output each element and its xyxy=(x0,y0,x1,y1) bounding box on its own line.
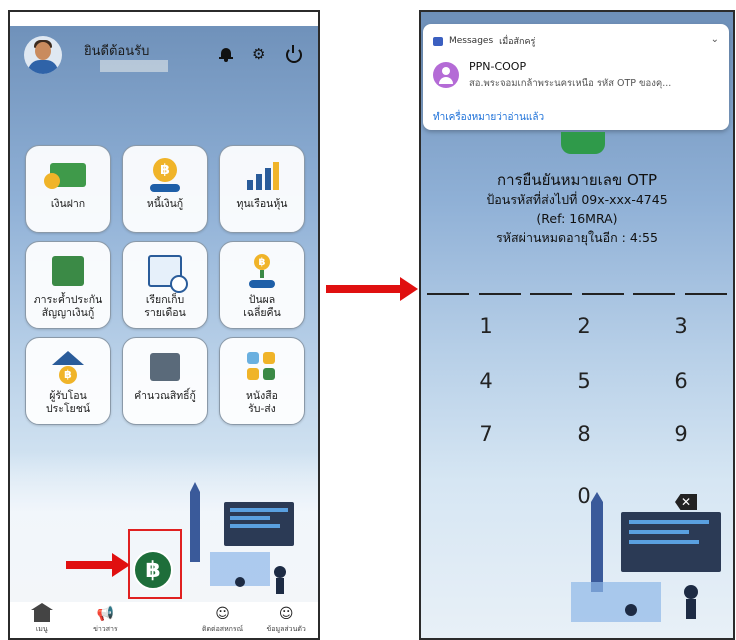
key-0[interactable]: 0 xyxy=(564,484,604,508)
nav-label: เมนู xyxy=(35,625,48,633)
home-icon xyxy=(30,603,53,622)
menu-tile-label: ปันผล เฉลี่ยคืน xyxy=(243,294,281,319)
menu-tile-label: ผู้รับโอน ประโยชน์ xyxy=(45,390,91,415)
calculator-icon xyxy=(145,350,185,384)
otp-slot[interactable] xyxy=(581,293,624,295)
bank-box-icon xyxy=(48,254,88,288)
notification-app-name: Messages xyxy=(449,36,494,46)
sender-avatar xyxy=(433,62,459,88)
key-5[interactable]: 5 xyxy=(564,369,604,393)
otp-sent-to: ป้อนรหัสที่ส่งไปที่ 09x-xxx-4745 xyxy=(486,192,668,207)
profile-icon: ☺ xyxy=(278,606,294,622)
otp-reference: (Ref: 16MRA) xyxy=(536,211,618,226)
nav-label: ข้อมูลส่วนตัว xyxy=(266,625,306,633)
baht-fab-button[interactable]: ฿ xyxy=(133,550,173,590)
status-strip xyxy=(10,12,318,26)
documents-icon xyxy=(242,350,282,384)
otp-chat-icon xyxy=(561,132,605,154)
nav-label: ติดต่อสหกรณ์ xyxy=(201,625,244,633)
menu-tile-deposit[interactable]: เงินฝาก xyxy=(25,145,111,233)
notification-preview: สอ.พระจอมเกล้าพระนครเหนือ รหัส OTP ของคุ… xyxy=(469,78,672,89)
menu-tile-shares[interactable]: ทุนเรือนหุ้น xyxy=(219,145,305,233)
otp-title: การยืนยันหมายเลข OTP xyxy=(497,171,657,189)
key-3[interactable]: 3 xyxy=(661,314,701,338)
plant-coin-icon: ฿ xyxy=(242,254,282,288)
menu-tile-label: หนี้เงินกู้ xyxy=(146,198,184,210)
pointer-arrow xyxy=(66,553,130,577)
otp-slot[interactable] xyxy=(530,293,573,295)
house-coin-icon: ฿ xyxy=(48,350,88,384)
menu-tile-label: เงินฝาก xyxy=(50,198,86,210)
key-1[interactable]: 1 xyxy=(466,314,506,338)
otp-info: การยืนยันหมายเลข OTP ป้อนรหัสที่ส่งไปที่… xyxy=(421,170,733,247)
otp-expiry: รหัสผ่านหมดอายุในอีก : 4:55 xyxy=(496,230,658,245)
nav-item-menu[interactable]: เมนู xyxy=(17,603,67,635)
menu-tile-label: คำนวณสิทธิ์กู้ xyxy=(134,390,196,402)
contact-icon: ☺ xyxy=(215,606,230,622)
chevron-down-icon[interactable]: ⌄ xyxy=(711,34,719,45)
coin-hand-icon: ฿ xyxy=(145,158,185,192)
growth-chart-icon xyxy=(242,158,282,192)
key-6[interactable]: 6 xyxy=(661,369,701,393)
menu-tile-label: ภาระค้ำประกัน สัญญาเงินกู้ xyxy=(33,294,103,319)
menu-tile-loan-calculator[interactable]: คำนวณสิทธิ์กู้ xyxy=(122,337,208,425)
menu-tile-documents[interactable]: หนังสือ รับ-ส่ง xyxy=(219,337,305,425)
calendar-clock-icon xyxy=(145,254,188,293)
user-name-redacted xyxy=(100,60,168,72)
key-2[interactable]: 2 xyxy=(564,314,604,338)
tech-illustration xyxy=(571,492,721,622)
menu-tile-monthly-billing[interactable]: เรียกเก็บ รายเดือน xyxy=(122,241,208,329)
menu-grid: เงินฝาก ฿ หนี้เงินกู้ ทุนเรือนหุ้น ภาระค… xyxy=(25,145,305,425)
nav-item-news[interactable]: 📢 ข่าวสาร xyxy=(80,606,130,635)
otp-slot[interactable] xyxy=(427,293,469,295)
nav-item-contact[interactable]: ☺ ติดต่อสหกรณ์ xyxy=(198,606,248,635)
header-actions: ⚙ xyxy=(218,45,302,63)
sms-notification[interactable]: Messages เมื่อสักครู่ ⌄ PPN-COOP สอ.พระจ… xyxy=(423,24,729,130)
tech-illustration xyxy=(190,482,294,594)
notification-time: เมื่อสักครู่ xyxy=(499,37,536,47)
avatar[interactable] xyxy=(24,36,62,74)
nav-label: ข่าวสาร xyxy=(93,625,118,633)
money-icon xyxy=(44,158,88,192)
key-9[interactable]: 9 xyxy=(661,422,701,446)
menu-tile-label: ทุนเรือนหุ้น xyxy=(236,198,288,210)
otp-slot[interactable] xyxy=(478,293,521,295)
bell-icon[interactable] xyxy=(218,46,234,62)
menu-tile-loan-debt[interactable]: ฿ หนี้เงินกู้ xyxy=(122,145,208,233)
key-8[interactable]: 8 xyxy=(564,422,604,446)
otp-slot[interactable] xyxy=(684,293,727,295)
power-icon[interactable] xyxy=(286,45,302,63)
notification-header: Messages เมื่อสักครู่ xyxy=(433,34,535,48)
gear-icon[interactable]: ⚙ xyxy=(252,46,268,62)
welcome-text: ยินดีต้อนรับ xyxy=(84,44,150,59)
menu-tile-dividend[interactable]: ฿ ปันผล เฉลี่ยคืน xyxy=(219,241,305,329)
otp-slot[interactable] xyxy=(633,293,676,295)
notification-sender: PPN-COOP xyxy=(469,60,527,73)
key-7[interactable]: 7 xyxy=(466,422,506,446)
menu-tile-beneficiary[interactable]: ฿ ผู้รับโอน ประโยชน์ xyxy=(25,337,111,425)
transition-arrow xyxy=(326,277,418,301)
right-phone-screen: Messages เมื่อสักครู่ ⌄ PPN-COOP สอ.พระจ… xyxy=(419,10,735,640)
message-icon xyxy=(433,36,443,46)
bottom-navigation: เมนู 📢 ข่าวสาร ☺ ติดต่อสหกรณ์ ☺ ข้อมูลส่… xyxy=(10,602,318,638)
menu-tile-label: เรียกเก็บ รายเดือน xyxy=(144,294,186,319)
mark-as-read-button[interactable]: ทำเครื่องหมายว่าอ่านแล้ว xyxy=(433,110,544,125)
nav-item-profile[interactable]: ☺ ข้อมูลส่วนตัว xyxy=(261,606,311,635)
megaphone-icon: 📢 xyxy=(96,606,115,622)
otp-input-slots[interactable] xyxy=(427,293,727,295)
menu-tile-label: หนังสือ รับ-ส่ง xyxy=(246,390,278,415)
menu-tile-guarantee[interactable]: ภาระค้ำประกัน สัญญาเงินกู้ xyxy=(25,241,111,329)
key-4[interactable]: 4 xyxy=(466,369,506,393)
